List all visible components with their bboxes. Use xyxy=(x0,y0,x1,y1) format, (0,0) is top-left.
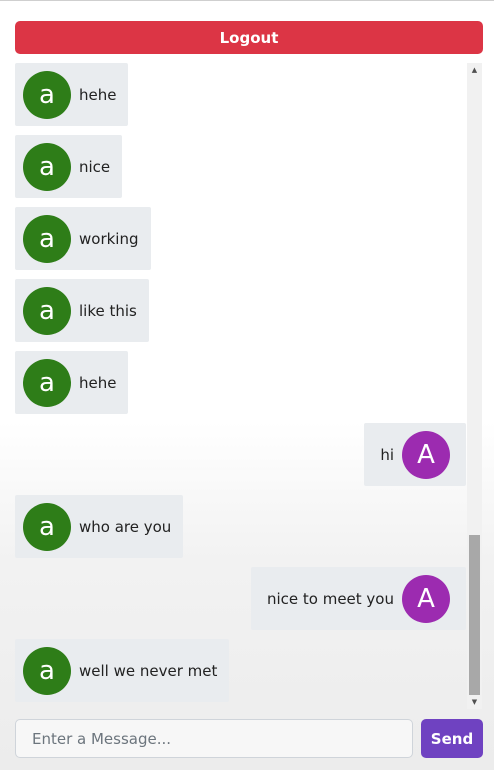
scroll-up-arrow-icon[interactable]: ▲ xyxy=(467,63,482,77)
message-row: a well we never met xyxy=(15,639,230,702)
message-row: a nice xyxy=(15,135,123,198)
message-text: nice xyxy=(79,157,111,176)
avatar: a xyxy=(23,70,71,119)
message-row: a who are you xyxy=(15,495,184,558)
chat-app: Logout a hehe a nice a working a like th… xyxy=(0,0,494,770)
message-row: a hehe xyxy=(15,351,129,414)
scrollbar[interactable]: ▲ ▼ xyxy=(467,63,482,709)
logout-button[interactable]: Logout xyxy=(15,21,483,54)
message-text: working xyxy=(79,229,139,248)
avatar: a xyxy=(23,502,71,551)
avatar: a xyxy=(23,286,71,335)
message-input[interactable] xyxy=(15,719,413,758)
message-row: hi A xyxy=(364,423,466,486)
message-text: like this xyxy=(79,301,137,320)
avatar: a xyxy=(23,646,71,695)
message-text: hehe xyxy=(79,85,117,104)
avatar: a xyxy=(23,358,71,407)
message-row: a working xyxy=(15,207,151,270)
message-row: a like this xyxy=(15,279,149,342)
message-text: nice to meet you xyxy=(266,589,394,608)
scroll-down-arrow-icon[interactable]: ▼ xyxy=(467,695,482,709)
send-button[interactable]: Send xyxy=(421,719,483,758)
avatar: a xyxy=(23,214,71,263)
message-row: nice to meet you A xyxy=(250,567,466,630)
message-text: who are you xyxy=(79,517,172,536)
message-row: a hehe xyxy=(15,63,129,126)
message-list[interactable]: a hehe a nice a working a like this a he… xyxy=(0,60,466,708)
scrollbar-thumb[interactable] xyxy=(469,535,480,695)
message-text: hi xyxy=(380,445,394,464)
message-text: well we never met xyxy=(79,661,218,680)
avatar: A xyxy=(402,430,450,479)
avatar: A xyxy=(402,574,450,623)
avatar: a xyxy=(23,142,71,191)
message-text: hehe xyxy=(79,373,117,392)
